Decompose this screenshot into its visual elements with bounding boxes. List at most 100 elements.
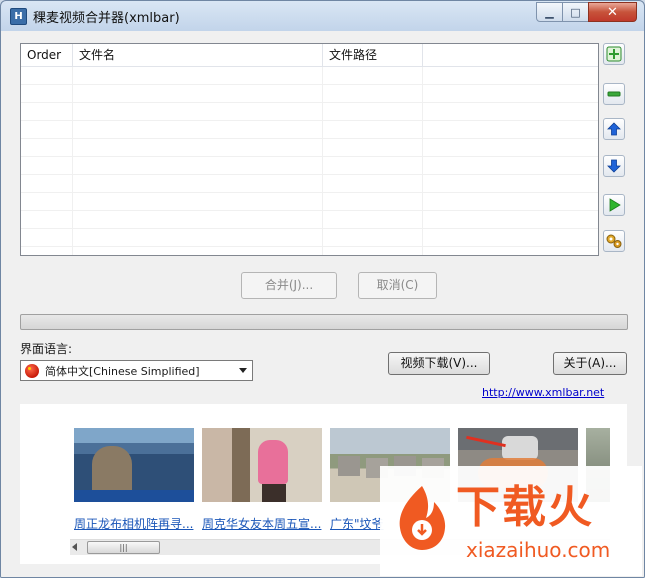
cancel-button[interactable]: 取消(C) <box>358 272 437 299</box>
fire-logo-icon <box>399 486 446 550</box>
watermark-title: 下载火 <box>456 482 594 533</box>
gears-icon <box>606 234 622 248</box>
close-button[interactable]: ✕ <box>588 2 637 22</box>
play-button[interactable] <box>603 194 625 216</box>
table-cell <box>323 157 423 174</box>
ad-thumbnail-1[interactable] <box>74 428 194 502</box>
table-cell <box>423 211 598 228</box>
table-cell <box>73 103 323 120</box>
table-cell <box>423 247 598 255</box>
table-row[interactable] <box>21 67 598 85</box>
table-cell <box>423 121 598 138</box>
table-row[interactable] <box>21 193 598 211</box>
table-cell <box>323 85 423 102</box>
table-cell <box>73 67 323 84</box>
table-body <box>21 67 598 255</box>
table-cell <box>73 139 323 156</box>
minimize-button[interactable]: ▁ <box>536 2 563 22</box>
column-header-empty <box>423 44 598 66</box>
arrow-up-icon <box>607 122 621 136</box>
maximize-button[interactable]: □ <box>562 2 589 22</box>
table-row[interactable] <box>21 175 598 193</box>
table-cell <box>21 247 73 255</box>
table-cell <box>323 211 423 228</box>
table-cell <box>423 85 598 102</box>
table-cell <box>423 67 598 84</box>
table-cell <box>423 103 598 120</box>
play-icon <box>609 198 621 212</box>
table-cell <box>73 193 323 210</box>
column-header-filepath[interactable]: 文件路径 <box>323 44 423 66</box>
language-select[interactable]: 简体中文[Chinese Simplified] <box>20 360 253 381</box>
table-cell <box>21 103 73 120</box>
table-cell <box>323 103 423 120</box>
language-selected-value: 简体中文[Chinese Simplified] <box>45 364 200 378</box>
table-cell <box>323 175 423 192</box>
ad-caption-2[interactable]: 周克华女友本周五宣... <box>202 515 326 532</box>
table-cell <box>21 121 73 138</box>
table-cell <box>423 229 598 246</box>
table-cell <box>21 139 73 156</box>
chevron-down-icon <box>239 368 247 373</box>
about-button[interactable]: 关于(A)... <box>553 352 627 375</box>
table-cell <box>423 175 598 192</box>
table-header: Order 文件名 文件路径 <box>21 44 598 67</box>
scroll-left-icon[interactable] <box>72 543 77 551</box>
table-cell <box>21 229 73 246</box>
table-cell <box>21 175 73 192</box>
scrollbar-thumb[interactable]: ||| <box>87 541 160 554</box>
app-icon: H <box>10 8 27 25</box>
table-cell <box>73 121 323 138</box>
table-cell <box>423 193 598 210</box>
move-up-button[interactable] <box>603 118 625 140</box>
table-cell <box>21 157 73 174</box>
minimize-icon: ▁ <box>545 5 554 19</box>
column-header-filename[interactable]: 文件名 <box>73 44 323 66</box>
progress-bar <box>20 314 628 330</box>
table-row[interactable] <box>21 103 598 121</box>
website-link[interactable]: http://www.xmlbar.net <box>482 386 604 399</box>
table-cell <box>323 67 423 84</box>
table-cell <box>21 211 73 228</box>
settings-button[interactable] <box>603 230 625 252</box>
table-cell <box>21 193 73 210</box>
table-cell <box>323 121 423 138</box>
remove-button[interactable] <box>603 83 625 105</box>
table-cell <box>73 175 323 192</box>
table-cell <box>323 229 423 246</box>
table-cell <box>21 67 73 84</box>
watermark-subtitle: xiazaihuo.com <box>466 538 611 562</box>
table-row[interactable] <box>21 85 598 103</box>
minus-icon <box>607 91 621 97</box>
merge-button[interactable]: 合并(J)... <box>241 272 337 299</box>
title-bar[interactable]: H 稞麦视频合并器(xmlbar) ▁ □ ✕ <box>1 1 644 31</box>
table-row[interactable] <box>21 247 598 255</box>
language-label: 界面语言: <box>20 342 73 356</box>
table-cell <box>73 247 323 255</box>
table-cell <box>73 211 323 228</box>
table-cell <box>73 85 323 102</box>
table-cell <box>73 157 323 174</box>
table-cell <box>323 139 423 156</box>
move-down-button[interactable] <box>603 155 625 177</box>
arrow-down-icon <box>607 159 621 173</box>
add-button[interactable] <box>603 43 625 65</box>
maximize-icon: □ <box>570 5 581 19</box>
table-cell <box>423 139 598 156</box>
table-cell <box>323 193 423 210</box>
table-cell <box>423 157 598 174</box>
table-row[interactable] <box>21 211 598 229</box>
table-row[interactable] <box>21 121 598 139</box>
table-row[interactable] <box>21 229 598 247</box>
column-header-order[interactable]: Order <box>21 44 73 66</box>
table-cell <box>73 229 323 246</box>
file-list-table[interactable]: Order 文件名 文件路径 <box>20 43 599 256</box>
close-icon: ✕ <box>607 4 618 20</box>
video-download-button[interactable]: 视频下载(V)... <box>388 352 490 375</box>
table-row[interactable] <box>21 139 598 157</box>
table-row[interactable] <box>21 157 598 175</box>
ad-thumbnail-2[interactable] <box>202 428 322 502</box>
plus-icon <box>606 46 622 62</box>
ad-caption-1[interactable]: 周正龙布相机阵再寻... <box>74 515 198 532</box>
watermark-overlay: 下载火 xiazaihuo.com <box>380 466 642 576</box>
